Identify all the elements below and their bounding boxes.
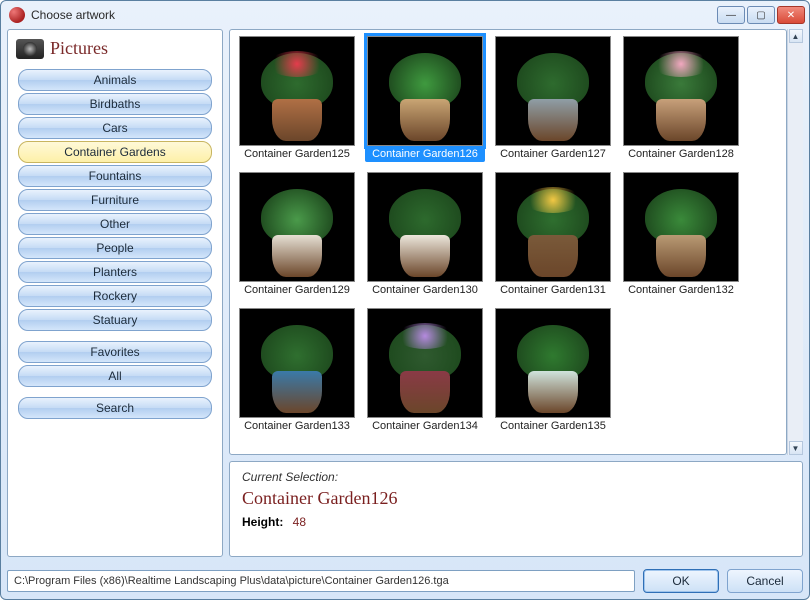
category-planters[interactable]: Planters <box>18 261 212 283</box>
category-other[interactable]: Other <box>18 213 212 235</box>
scroll-up-icon[interactable]: ▲ <box>789 29 803 43</box>
thumbnail-caption: Container Garden131 <box>493 282 613 298</box>
minimize-button[interactable]: — <box>717 6 745 24</box>
thumbnail-item[interactable]: Container Garden131 <box>492 172 614 298</box>
category-search[interactable]: Search <box>18 397 212 419</box>
category-fountains[interactable]: Fountains <box>18 165 212 187</box>
category-animals[interactable]: Animals <box>18 69 212 91</box>
sidebar-title: Pictures <box>50 38 108 59</box>
thumbnail-panel: Container Garden125 Container Garden126 Co… <box>229 29 787 455</box>
height-value: 48 <box>293 515 306 529</box>
thumbnail-item[interactable]: Container Garden135 <box>492 308 614 434</box>
ok-button[interactable]: OK <box>643 569 719 593</box>
thumbnail-item[interactable]: Container Garden129 <box>236 172 358 298</box>
category-sidebar: Pictures AnimalsBirdbathsCarsContainer G… <box>7 29 223 557</box>
thumbnail-item[interactable]: Container Garden130 <box>364 172 486 298</box>
thumbnail-item[interactable]: Container Garden126 <box>364 36 486 162</box>
category-people[interactable]: People <box>18 237 212 259</box>
window-title: Choose artwork <box>31 8 717 22</box>
path-field[interactable] <box>7 570 635 592</box>
thumbnail-caption: Container Garden126 <box>365 146 485 162</box>
thumbnail-item[interactable]: Container Garden133 <box>236 308 358 434</box>
category-favorites[interactable]: Favorites <box>18 341 212 363</box>
thumbnail-caption: Container Garden128 <box>621 146 741 162</box>
thumbnail-item[interactable]: Container Garden128 <box>620 36 742 162</box>
bottom-bar: OK Cancel <box>7 569 803 593</box>
titlebar: Choose artwork — ▢ ✕ <box>1 1 809 29</box>
thumbnail-caption: Container Garden125 <box>237 146 357 162</box>
thumbnail-caption: Container Garden132 <box>621 282 741 298</box>
category-rockery[interactable]: Rockery <box>18 285 212 307</box>
app-icon <box>9 7 25 23</box>
thumbnail-grid: Container Garden125 Container Garden126 Co… <box>236 36 780 434</box>
category-all[interactable]: All <box>18 365 212 387</box>
selection-name: Container Garden126 <box>242 488 790 509</box>
category-container-gardens[interactable]: Container Gardens <box>18 141 212 163</box>
thumbnail-caption: Container Garden127 <box>493 146 613 162</box>
height-label: Height: <box>242 515 283 529</box>
maximize-button[interactable]: ▢ <box>747 6 775 24</box>
category-birdbaths[interactable]: Birdbaths <box>18 93 212 115</box>
vertical-scrollbar[interactable]: ▲ ▼ <box>787 29 803 455</box>
close-button[interactable]: ✕ <box>777 6 805 24</box>
thumbnail-item[interactable]: Container Garden134 <box>364 308 486 434</box>
thumbnail-caption: Container Garden133 <box>237 418 357 434</box>
thumbnail-item[interactable]: Container Garden127 <box>492 36 614 162</box>
scroll-down-icon[interactable]: ▼ <box>789 441 803 455</box>
thumbnail-caption: Container Garden135 <box>493 418 613 434</box>
dialog-window: Choose artwork — ▢ ✕ Pictures AnimalsBir… <box>0 0 810 600</box>
camera-icon <box>16 39 44 59</box>
selection-info: Current Selection: Container Garden126 H… <box>229 461 803 557</box>
cancel-button[interactable]: Cancel <box>727 569 803 593</box>
thumbnail-caption: Container Garden129 <box>237 282 357 298</box>
thumbnail-item[interactable]: Container Garden125 <box>236 36 358 162</box>
category-statuary[interactable]: Statuary <box>18 309 212 331</box>
selection-heading: Current Selection: <box>242 470 790 484</box>
thumbnail-item[interactable]: Container Garden132 <box>620 172 742 298</box>
category-cars[interactable]: Cars <box>18 117 212 139</box>
category-furniture[interactable]: Furniture <box>18 189 212 211</box>
thumbnail-caption: Container Garden130 <box>365 282 485 298</box>
thumbnail-caption: Container Garden134 <box>365 418 485 434</box>
